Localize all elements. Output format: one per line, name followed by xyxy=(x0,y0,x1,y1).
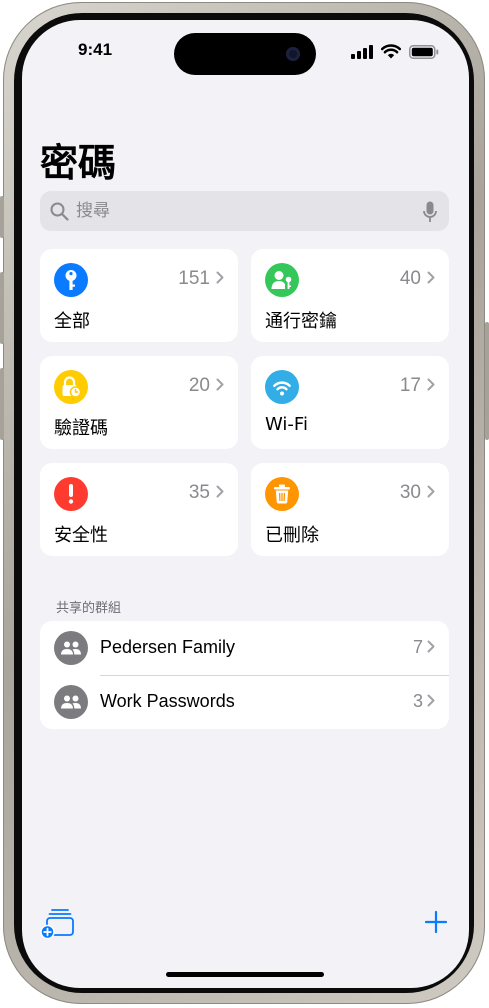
category-card-codes[interactable]: 20 驗證碼 xyxy=(40,356,238,449)
group-avatar xyxy=(54,685,88,719)
dynamic-island xyxy=(174,33,316,75)
wifi-status-icon xyxy=(381,44,401,59)
chevron-right-icon xyxy=(216,378,224,391)
search-input[interactable] xyxy=(76,191,406,231)
trash-icon xyxy=(274,484,290,504)
screen: 9:41 密碼 搜尋 151 全部 40 通行密鑰 20 驗證碼 17 Wi-F… xyxy=(22,20,469,988)
category-card-wifi[interactable]: 17 Wi-Fi xyxy=(251,356,449,449)
battery-icon xyxy=(409,44,439,59)
category-label: 安全性 xyxy=(54,525,108,546)
camera-icon xyxy=(286,47,300,61)
chevron-right-icon xyxy=(216,271,224,284)
category-card-deleted[interactable]: 30 已刪除 xyxy=(251,463,449,556)
lock-clock-icon xyxy=(62,376,81,398)
category-icon-badge xyxy=(54,263,88,297)
chevron-right-icon xyxy=(427,378,435,391)
chevron-right-icon xyxy=(427,271,435,284)
group-people-icon xyxy=(61,695,81,709)
plus-icon xyxy=(424,910,448,934)
cellular-signal-icon xyxy=(351,44,373,59)
search-bar[interactable] xyxy=(40,191,449,231)
status-time: 9:41 xyxy=(78,40,113,59)
chevron-right-icon xyxy=(427,640,435,653)
chevron-right-icon xyxy=(216,485,224,498)
category-label: 驗證碼 xyxy=(54,418,108,439)
category-icon-badge xyxy=(265,263,299,297)
power-button xyxy=(485,322,489,440)
microphone-icon[interactable] xyxy=(423,201,437,223)
section-header-shared-groups: 共享的群組 xyxy=(56,601,122,616)
action-button xyxy=(0,196,4,238)
add-button[interactable] xyxy=(424,910,448,934)
chevron-right-icon xyxy=(427,485,435,498)
new-group-icon xyxy=(40,909,74,940)
volume-down-button xyxy=(0,368,4,440)
category-count: 35 xyxy=(188,482,210,503)
category-count: 151 xyxy=(178,268,210,289)
group-people-icon xyxy=(61,641,81,655)
volume-up-button xyxy=(0,272,4,344)
key-icon xyxy=(65,270,77,290)
category-icon-badge xyxy=(54,370,88,404)
page-title: 密碼 xyxy=(40,141,117,185)
category-card-passkeys[interactable]: 40 通行密鑰 xyxy=(251,249,449,342)
category-icon-badge xyxy=(265,370,299,404)
category-count: 30 xyxy=(399,482,421,503)
shared-groups-list: Pedersen Family 7 Work Passwords 3 xyxy=(40,621,449,729)
group-row-pedersen-family[interactable]: Pedersen Family 7 xyxy=(40,621,449,675)
status-icons xyxy=(351,44,439,59)
passkey-person-icon xyxy=(271,271,292,289)
exclamation-icon xyxy=(68,484,74,504)
category-count: 20 xyxy=(188,375,210,396)
category-label: 全部 xyxy=(54,311,90,332)
group-avatar xyxy=(54,631,88,665)
group-count: 7 xyxy=(412,637,423,657)
new-group-button[interactable] xyxy=(40,908,76,940)
chevron-right-icon xyxy=(427,694,435,707)
group-count: 3 xyxy=(412,691,423,711)
category-count: 17 xyxy=(399,375,421,396)
group-name: Pedersen Family xyxy=(100,637,236,657)
search-icon xyxy=(50,202,69,221)
group-name: Work Passwords xyxy=(100,691,235,711)
wifi-icon xyxy=(273,380,291,395)
category-icon-badge xyxy=(54,477,88,511)
category-card-security[interactable]: 35 安全性 xyxy=(40,463,238,556)
category-icon-badge xyxy=(265,477,299,511)
category-count: 40 xyxy=(399,268,421,289)
category-label: 通行密鑰 xyxy=(265,311,337,332)
group-row-work-passwords[interactable]: Work Passwords 3 xyxy=(40,675,449,729)
category-label: Wi-Fi xyxy=(265,414,308,435)
home-indicator[interactable] xyxy=(166,972,324,977)
category-card-all[interactable]: 151 全部 xyxy=(40,249,238,342)
category-label: 已刪除 xyxy=(265,525,319,546)
